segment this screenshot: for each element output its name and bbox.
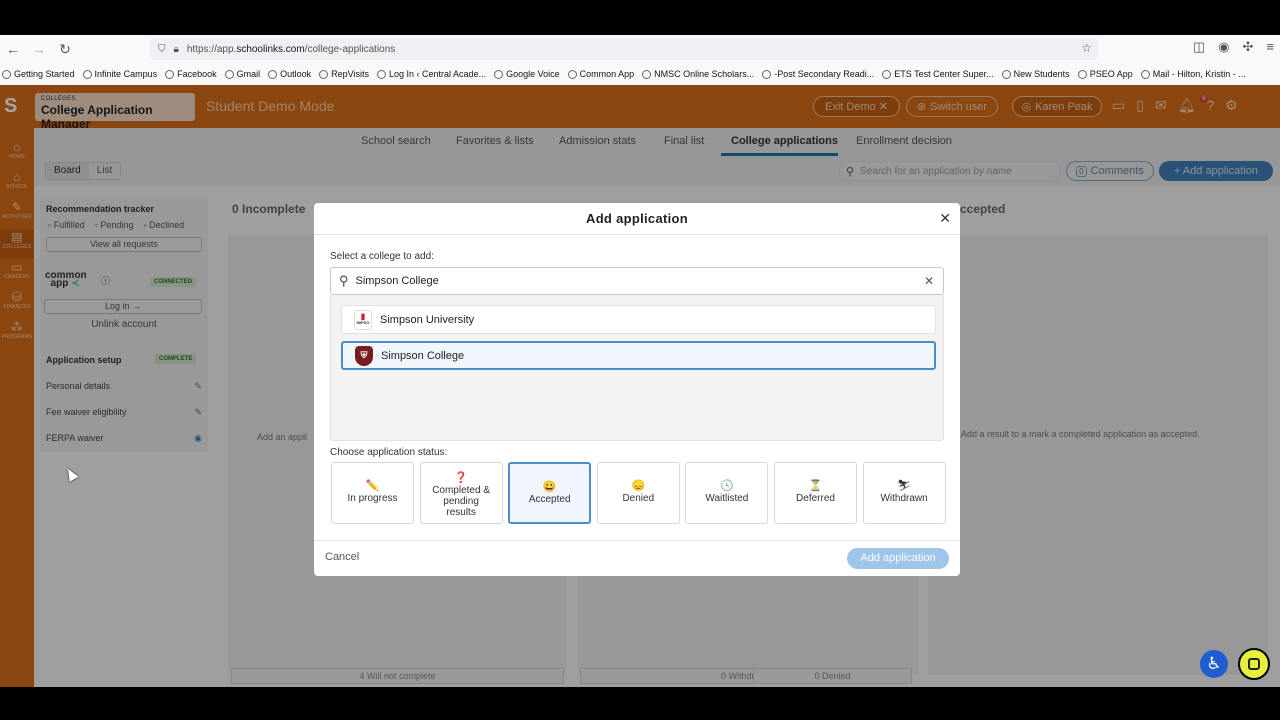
add-application-confirm-button[interactable]: Add application	[847, 548, 949, 569]
globe-icon	[2, 69, 11, 79]
modal-header: Add application ✕	[314, 203, 960, 235]
bookmark-item[interactable]: Outlook	[268, 69, 311, 79]
globe-icon	[377, 69, 387, 79]
college-crest-icon: ⛨	[355, 345, 373, 366]
bookmark-item[interactable]: Common App	[567, 69, 634, 79]
globe-icon	[1140, 69, 1150, 79]
bookmark-item[interactable]: Mail - Hilton, Kristin - ...	[1140, 69, 1246, 79]
globe-icon	[642, 69, 652, 79]
globe-icon	[762, 69, 772, 79]
bookmark-item[interactable]: RepVisits	[319, 69, 369, 79]
forward-icon[interactable]: →	[26, 41, 52, 57]
globe-icon	[319, 69, 329, 79]
accessibility-icon[interactable]: ♿︎	[1200, 650, 1228, 678]
pencil-icon: ✏️	[365, 480, 380, 492]
bookmark-item[interactable]: Getting Started	[2, 69, 75, 79]
college-search-input[interactable]: ⚲ Simpson College ✕	[330, 267, 944, 295]
bookmark-item[interactable]: Infinite Campus	[82, 69, 157, 79]
globe-icon	[1077, 69, 1087, 79]
modal-footer-divider	[314, 540, 960, 541]
status-option-waitlisted[interactable]: 🕓 Waitlisted	[685, 462, 769, 524]
bookmark-item[interactable]: New Students	[1001, 69, 1070, 79]
sad-face-icon: 😞	[631, 480, 646, 492]
globe-icon	[494, 69, 504, 79]
lock-icon: 🔒︎	[173, 43, 179, 55]
address-bar[interactable]: ⛉ 🔒︎ https://app.schoolinks.com/college-…	[150, 38, 1098, 60]
shield-icon: ⛉	[158, 43, 166, 55]
cancel-button[interactable]: Cancel	[325, 551, 359, 563]
star-icon[interactable]: ☆	[1081, 41, 1092, 55]
url-text: https://app.schoolinks.com/college-appli…	[186, 43, 396, 55]
select-college-label: Select a college to add:	[330, 251, 434, 262]
bookmark-item[interactable]: PSEO App	[1077, 69, 1133, 79]
back-icon[interactable]: ←	[0, 41, 26, 57]
account-icon[interactable]: ◉	[1218, 39, 1229, 55]
add-application-modal: Add application ✕ Select a college to ad…	[314, 203, 960, 576]
clear-search-icon[interactable]: ✕	[924, 274, 934, 288]
college-logo-icon: ▮ IMPSO	[354, 309, 372, 330]
search-icon: ⚲	[339, 273, 349, 288]
screen: ← → ↻ ⛉ 🔒︎ https://app.schoolinks.com/co…	[0, 0, 1280, 720]
globe-icon	[224, 69, 234, 79]
globe-icon	[82, 69, 92, 79]
status-option-withdrawn[interactable]: ⛷ Withdrawn	[862, 462, 946, 524]
status-label: Choose application status:	[330, 447, 448, 458]
close-icon[interactable]: ✕	[939, 210, 951, 227]
bookmark-item[interactable]: Facebook	[165, 69, 217, 79]
withdraw-icon: ⛷	[897, 480, 912, 492]
extensions-icon[interactable]: ✣	[1243, 39, 1254, 55]
menu-icon[interactable]: ≡	[1266, 39, 1274, 55]
search-results: ▮ IMPSO Simpson University ⛨ Simpson Coll…	[330, 295, 944, 441]
browser-toolbar: ← → ↻ ⛉ 🔒︎ https://app.schoolinks.com/co…	[0, 35, 1280, 63]
status-option-in-progress[interactable]: ✏️ In progress	[331, 462, 414, 524]
bookmark-item[interactable]: -Post Secondary Readi...	[762, 69, 874, 79]
globe-icon	[882, 69, 892, 79]
bookmarks-bar: Getting Started Infinite Campus Facebook Gm…	[0, 63, 1280, 85]
status-option-denied[interactable]: 😞 Denied	[596, 462, 680, 524]
happy-face-icon: 😀	[542, 481, 557, 493]
hourglass-icon: ⏳	[808, 480, 823, 492]
bookmark-item[interactable]: Gmail	[224, 69, 260, 79]
globe-icon	[1001, 69, 1011, 79]
status-option-accepted[interactable]: 😀 Accepted	[508, 462, 592, 524]
globe-icon	[165, 69, 175, 79]
status-option-completed-pending-results[interactable]: ❓ Completed & pending results	[419, 462, 503, 524]
result-simpson-college[interactable]: ⛨ Simpson College	[341, 341, 936, 370]
globe-icon	[268, 69, 278, 79]
bookmark-item[interactable]: Log In ‹ Central Acade...	[377, 69, 486, 79]
modal-title: Add application	[586, 211, 688, 226]
reload-icon[interactable]: ↻	[52, 41, 78, 58]
question-icon: ❓	[454, 472, 468, 484]
bookmark-item[interactable]: NMSC Online Scholars...	[642, 69, 754, 79]
chat-icon[interactable]	[1238, 648, 1270, 680]
pocket-icon[interactable]: ◫	[1193, 39, 1205, 55]
globe-icon	[567, 69, 577, 79]
bookmark-item[interactable]: Google Voice	[494, 69, 560, 79]
clock-icon: 🕓	[720, 480, 734, 492]
status-option-deferred[interactable]: ⏳ Deferred	[774, 462, 857, 524]
bookmark-item[interactable]: ETS Test Center Super...	[882, 69, 994, 79]
result-simpson-university[interactable]: ▮ IMPSO Simpson University	[341, 305, 936, 334]
